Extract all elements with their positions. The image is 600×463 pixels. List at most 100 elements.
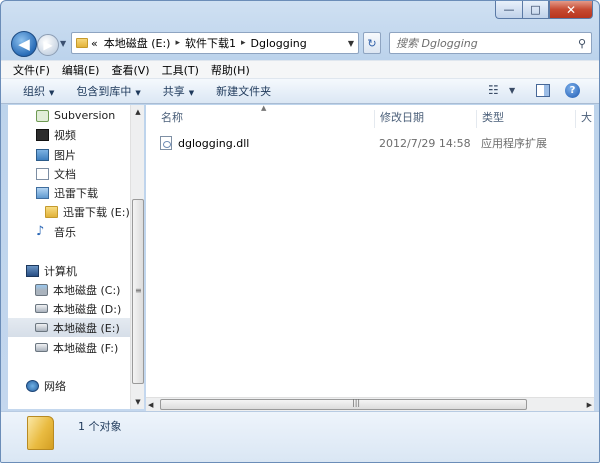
help-icon[interactable]: ? bbox=[565, 83, 580, 98]
nav-item-label: 网络 bbox=[44, 379, 66, 393]
dll-file-icon bbox=[160, 136, 172, 150]
music-library-icon: ♪ bbox=[36, 223, 45, 239]
nav-item-music[interactable]: ♪ 音乐 bbox=[8, 222, 130, 241]
menu-help[interactable]: 帮助(H) bbox=[211, 62, 250, 78]
maximize-button[interactable]: □ bbox=[522, 1, 549, 19]
column-header-modified[interactable]: 修改日期 bbox=[375, 110, 477, 128]
nav-item-label: 视频 bbox=[54, 128, 76, 142]
scroll-left-icon[interactable]: ◀ bbox=[148, 398, 153, 412]
file-modified-date: 2012/7/29 14:58 bbox=[379, 136, 471, 150]
explorer-window: — □ ✕ ◀ ▶ ▼ « 本地磁盘 (E:) ▸ 软件下载1 ▸ Dglogg… bbox=[0, 0, 600, 463]
drive-icon bbox=[35, 304, 48, 313]
nav-item-label: 本地磁盘 (C:) bbox=[53, 283, 121, 297]
breadcrumb-drive-e[interactable]: 本地磁盘 (E:) bbox=[101, 35, 174, 51]
menu-bar: 文件(F) 编辑(E) 查看(V) 工具(T) 帮助(H) bbox=[1, 60, 599, 79]
nav-item-thunder-download-e[interactable]: 迅雷下载 (E:) bbox=[8, 202, 130, 221]
file-list-pane: ▲ 名称 修改日期 类型 大 dglogging.dll 2012/7/29 1… bbox=[146, 105, 594, 409]
column-header-type[interactable]: 类型 bbox=[477, 110, 576, 128]
chevron-down-icon: ▼ bbox=[49, 89, 55, 97]
nav-item-documents[interactable]: 文档 bbox=[8, 164, 130, 183]
close-button[interactable]: ✕ bbox=[549, 1, 593, 19]
nav-item-drive-d[interactable]: 本地磁盘 (D:) bbox=[8, 299, 130, 318]
address-dropdown-icon[interactable]: ▼ bbox=[344, 39, 358, 48]
horizontal-scroll-thumb[interactable]: ||| bbox=[160, 398, 527, 410]
nav-item-drive-c[interactable]: 本地磁盘 (C:) bbox=[8, 280, 130, 299]
column-header-name[interactable]: 名称 bbox=[156, 110, 375, 128]
nav-item-drive-f[interactable]: 本地磁盘 (F:) bbox=[8, 338, 130, 357]
pictures-library-icon bbox=[36, 148, 49, 161]
back-button[interactable]: ◀ bbox=[11, 31, 37, 57]
scroll-down-icon[interactable]: ▼ bbox=[131, 395, 145, 409]
breadcrumb-separator-icon[interactable]: ▸ bbox=[239, 38, 248, 48]
include-in-library-button[interactable]: 包含到库中 ▼ bbox=[76, 83, 140, 99]
table-row[interactable]: dglogging.dll 2012/7/29 14:58 应用程序扩展 bbox=[160, 133, 580, 153]
nav-item-subversion[interactable]: Subversion bbox=[8, 106, 130, 125]
nav-item-label: 计算机 bbox=[44, 264, 77, 278]
network-icon bbox=[26, 379, 39, 392]
organize-button[interactable]: 组织 ▼ bbox=[23, 83, 54, 99]
nav-item-label: 本地磁盘 (E:) bbox=[53, 321, 120, 335]
preview-pane-icon[interactable] bbox=[536, 84, 550, 97]
arrow-right-icon: ▶ bbox=[43, 38, 53, 52]
arrow-left-icon: ◀ bbox=[18, 35, 30, 53]
breadcrumb-download-folder[interactable]: 软件下载1 bbox=[182, 35, 239, 51]
nav-item-network[interactable]: 网络 bbox=[8, 376, 130, 395]
nav-item-videos[interactable]: 视频 bbox=[8, 125, 130, 144]
navigation-scrollbar[interactable]: ▲ ≡ ▼ bbox=[130, 105, 144, 409]
nav-item-label: 迅雷下载 bbox=[54, 186, 98, 200]
new-folder-button[interactable]: 新建文件夹 bbox=[216, 83, 271, 99]
nav-item-label: 本地磁盘 (D:) bbox=[53, 302, 122, 316]
breadcrumb-dglogging[interactable]: Dglogging bbox=[248, 37, 310, 50]
menu-edit[interactable]: 编辑(E) bbox=[62, 62, 100, 78]
column-header-size[interactable]: 大 bbox=[576, 110, 594, 128]
subversion-icon bbox=[36, 109, 49, 122]
details-pane: 1 个对象 bbox=[1, 411, 599, 462]
menu-view[interactable]: 查看(V) bbox=[111, 62, 149, 78]
share-button[interactable]: 共享 ▼ bbox=[163, 83, 194, 99]
breadcrumb-overflow[interactable]: « bbox=[88, 37, 101, 50]
search-icon[interactable]: ⚲ bbox=[578, 37, 586, 50]
grip-icon: ≡ bbox=[135, 286, 142, 295]
organize-label: 组织 bbox=[23, 85, 45, 98]
address-bar[interactable]: « 本地磁盘 (E:) ▸ 软件下载1 ▸ Dglogging ▼ bbox=[71, 32, 359, 54]
refresh-icon: ↻ bbox=[367, 36, 377, 50]
nav-item-label: Subversion bbox=[54, 109, 116, 122]
video-library-icon bbox=[36, 128, 49, 141]
view-options-icon[interactable]: ☷ bbox=[488, 83, 499, 97]
documents-library-icon bbox=[36, 167, 49, 180]
scroll-up-icon[interactable]: ▲ bbox=[131, 105, 145, 119]
minimize-button[interactable]: — bbox=[495, 1, 522, 19]
grip-icon: ||| bbox=[352, 398, 361, 407]
menu-tools[interactable]: 工具(T) bbox=[162, 62, 199, 78]
nav-item-drive-e[interactable]: 本地磁盘 (E:) bbox=[8, 318, 130, 337]
recent-pages-dropdown[interactable]: ▼ bbox=[60, 39, 66, 48]
nav-item-label: 本地磁盘 (F:) bbox=[53, 341, 119, 355]
forward-button[interactable]: ▶ bbox=[37, 34, 59, 56]
nav-item-pictures[interactable]: 图片 bbox=[8, 145, 130, 164]
chevron-down-icon: ▼ bbox=[60, 39, 67, 48]
chevron-down-icon: ▼ bbox=[188, 89, 195, 97]
include-in-library-label: 包含到库中 bbox=[76, 85, 132, 98]
file-type: 应用程序扩展 bbox=[481, 137, 547, 150]
folder-icon bbox=[45, 205, 58, 218]
menu-file[interactable]: 文件(F) bbox=[13, 62, 50, 78]
folder-icon bbox=[27, 416, 54, 450]
computer-icon bbox=[26, 264, 39, 277]
navigation-scroll-thumb[interactable]: ≡ bbox=[132, 199, 144, 384]
nav-item-thunder-download[interactable]: 迅雷下载 bbox=[8, 183, 130, 202]
nav-item-label: 图片 bbox=[54, 148, 76, 162]
search-box[interactable]: ⚲ bbox=[389, 32, 592, 54]
caption-buttons: — □ ✕ bbox=[495, 1, 593, 19]
scroll-right-icon[interactable]: ▶ bbox=[587, 398, 592, 412]
horizontal-scrollbar[interactable]: ◀ ||| ▶ bbox=[146, 397, 594, 411]
search-input[interactable] bbox=[396, 36, 566, 50]
nav-item-label: 音乐 bbox=[54, 225, 76, 239]
folder-icon bbox=[76, 38, 88, 48]
chevron-down-icon[interactable]: ▼ bbox=[509, 86, 515, 95]
nav-item-computer[interactable]: 计算机 bbox=[8, 261, 130, 280]
nav-item-label: 迅雷下载 (E:) bbox=[63, 205, 130, 219]
refresh-button[interactable]: ↻ bbox=[363, 32, 381, 54]
drive-icon bbox=[35, 323, 48, 332]
breadcrumb-separator-icon[interactable]: ▸ bbox=[173, 38, 182, 48]
share-label: 共享 bbox=[162, 85, 185, 98]
